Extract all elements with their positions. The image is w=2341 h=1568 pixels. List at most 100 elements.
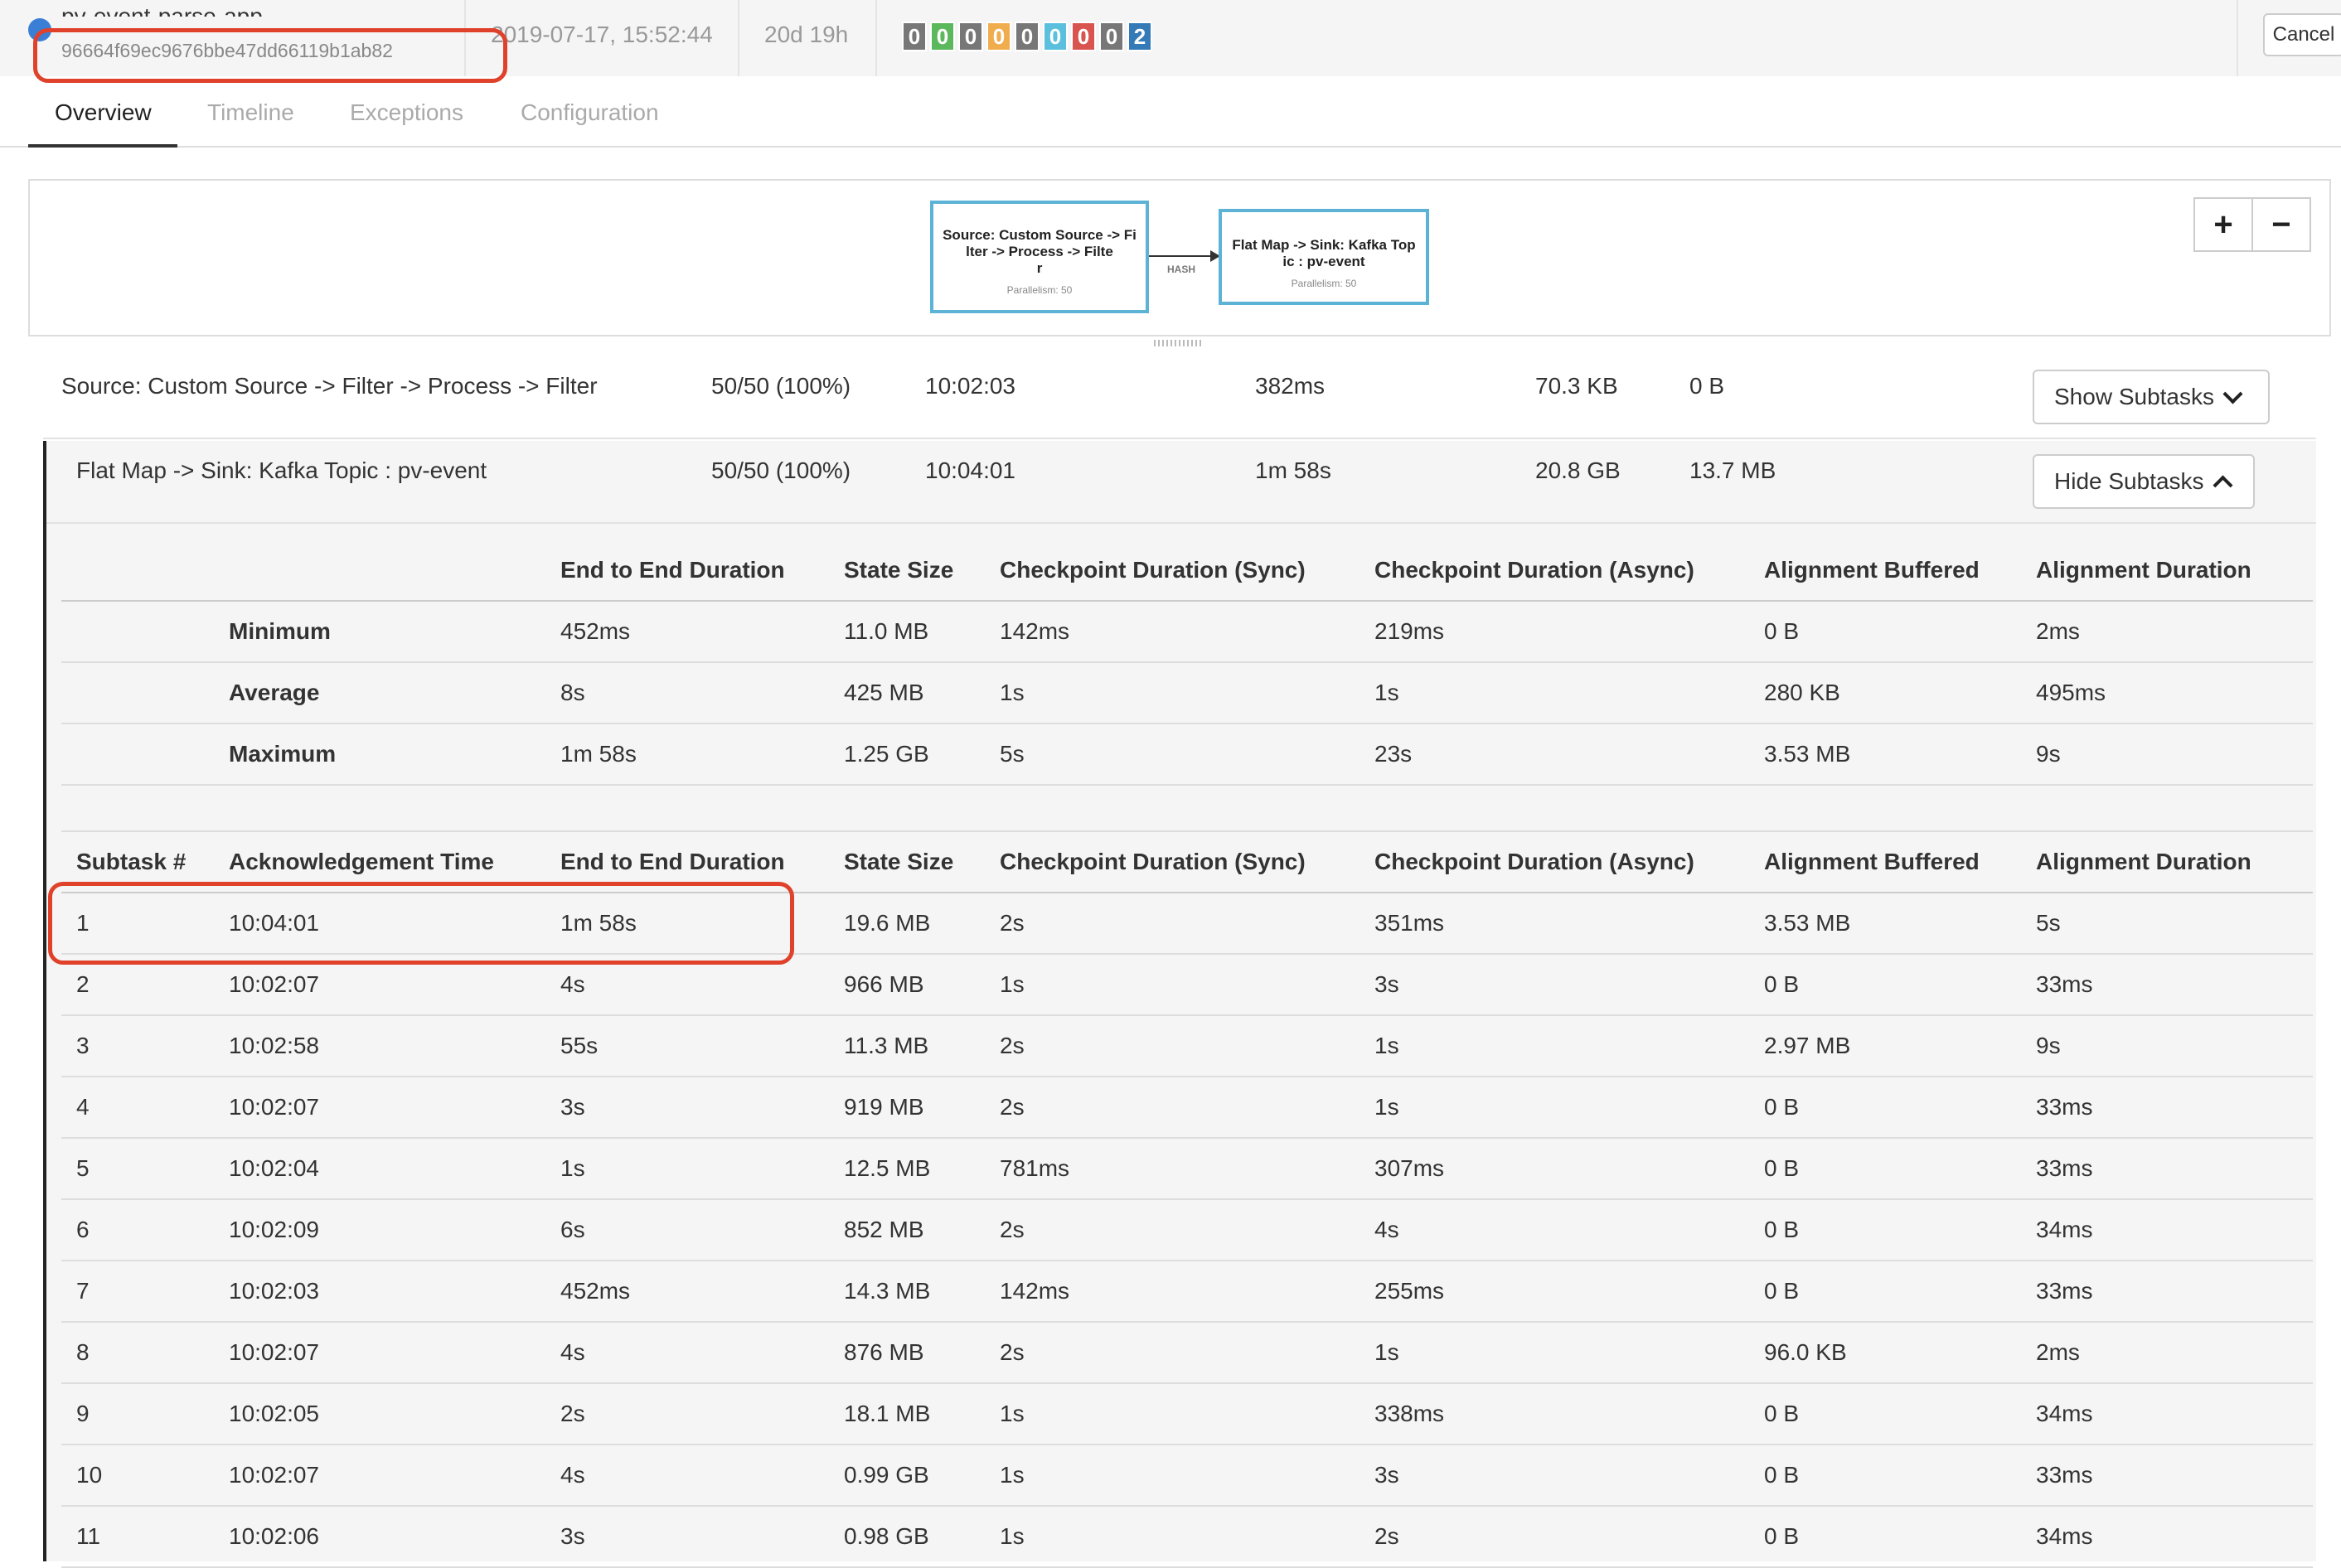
subtask-row: 3 10:02:58 55s 11.3 MB 2s 1s 2.97 MB 9s xyxy=(61,1016,2313,1077)
vertex-duration: 382ms xyxy=(1255,373,1326,399)
subtask-sync-duration: 2s xyxy=(1000,1339,1025,1365)
status-count-badge: 0 xyxy=(958,22,983,51)
subtask-ack-time: 10:02:07 xyxy=(229,971,319,997)
vertex-latest-ack: 10:02:03 xyxy=(925,373,1015,399)
subtask-alignment-buffered: 0 B xyxy=(1764,1155,1800,1181)
subtask-async-duration: 4s xyxy=(1374,1217,1399,1242)
subtask-row: 5 10:02:04 1s 12.5 MB 781ms 307ms 0 B 33ms xyxy=(61,1139,2313,1200)
vertex-acknowledged: 50/50 (100%) xyxy=(711,457,851,483)
subtask-row: 4 10:02:07 3s 919 MB 2s 1s 0 B 33ms xyxy=(61,1077,2313,1139)
subtask-number: 9 xyxy=(76,1401,90,1426)
subtask-ack-time: 10:02:07 xyxy=(229,1339,319,1365)
subtask-e2e-duration: 452ms xyxy=(560,1278,631,1304)
zoom-in-button[interactable]: + xyxy=(2193,197,2253,252)
subtask-async-duration: 307ms xyxy=(1374,1155,1445,1181)
vertex-latest-ack: 10:04:01 xyxy=(925,457,1015,483)
vertex-duration: 1m 58s xyxy=(1255,457,1331,483)
subtask-sync-duration: 1s xyxy=(1000,1401,1025,1426)
header-divider xyxy=(2237,0,2238,76)
subtask-sync-duration: 2s xyxy=(1000,1217,1025,1242)
job-start-time: 2019-07-17, 15:52:44 xyxy=(491,22,713,47)
subtask-alignment-buffered: 2.97 MB xyxy=(1764,1033,1851,1058)
expanded-vertex: Flat Map -> Sink: Kafka Topic : pv-event… xyxy=(43,439,2316,1568)
subtask-ack-time: 10:02:07 xyxy=(229,1094,319,1120)
tab-overview[interactable]: Overview xyxy=(55,99,152,126)
subtask-ack-time: 10:02:58 xyxy=(229,1033,319,1058)
status-count-badge: 0 xyxy=(1043,22,1068,51)
subtask-state-size: 876 MB xyxy=(844,1339,924,1365)
subtask-number: 4 xyxy=(76,1094,90,1120)
cancel-job-button[interactable]: Cancel xyxy=(2263,13,2341,56)
subtask-alignment-buffered: 96.0 KB xyxy=(1764,1339,1847,1365)
vertex-row: Flat Map -> Sink: Kafka Topic : pv-event… xyxy=(46,439,2316,524)
subtask-alignment-duration: 33ms xyxy=(2036,971,2093,997)
chevron-down-icon xyxy=(2222,383,2243,404)
subtask-sync-duration: 142ms xyxy=(1000,1278,1070,1304)
subtask-row: 10 10:02:07 4s 0.99 GB 1s 3s 0 B 33ms xyxy=(61,1445,2313,1507)
header-divider xyxy=(738,0,739,76)
subtask-ack-time: 10:02:05 xyxy=(229,1401,319,1426)
subtask-number: 3 xyxy=(76,1033,90,1058)
zoom-out-button[interactable]: − xyxy=(2251,197,2311,252)
subtask-state-size: 919 MB xyxy=(844,1094,924,1120)
subtask-e2e-duration: 4s xyxy=(560,1462,585,1488)
subtask-async-duration: 1s xyxy=(1374,1094,1399,1120)
vertex-state-size: 70.3 KB xyxy=(1535,373,1618,399)
subtask-sync-duration: 781ms xyxy=(1000,1155,1070,1181)
subtask-alignment-buffered: 0 B xyxy=(1764,1523,1800,1549)
graph-node-sink-label: Flat Map -> Sink: Kafka Top ic : pv-even… xyxy=(1232,237,1416,269)
subtask-sync-duration: 2s xyxy=(1000,910,1025,936)
annotation-highlight-subtask-1 xyxy=(48,882,794,965)
subtask-ack-time: 10:02:09 xyxy=(229,1217,319,1242)
subtask-e2e-duration: 6s xyxy=(560,1217,585,1242)
resize-handle[interactable] xyxy=(1154,340,1204,346)
vertex-buffered: 13.7 MB xyxy=(1689,457,1776,483)
graph-node-source-parallelism: Parallelism: 50 xyxy=(1006,284,1073,296)
subtask-alignment-buffered: 3.53 MB xyxy=(1764,910,1851,936)
subtask-async-duration: 1s xyxy=(1374,1339,1399,1365)
graph-edge-label: HASH xyxy=(1167,264,1196,275)
subtask-state-size: 852 MB xyxy=(844,1217,924,1242)
job-graph-panel[interactable] xyxy=(28,179,2331,336)
subtask-number: 8 xyxy=(76,1339,90,1365)
summary-row-minimum: Minimum 452ms 11.0 MB 142ms 219ms 0 B 2m… xyxy=(61,602,2313,663)
subtask-state-size: 966 MB xyxy=(844,971,924,997)
subtask-alignment-buffered: 0 B xyxy=(1764,1401,1800,1426)
tab-exceptions[interactable]: Exceptions xyxy=(350,99,463,126)
job-name: pv-event-parse-app xyxy=(61,3,263,17)
summary-header-row: End to End Duration State Size Checkpoin… xyxy=(61,540,2313,602)
graph-node-sink-parallelism: Parallelism: 50 xyxy=(1291,278,1357,289)
subtask-alignment-duration: 5s xyxy=(2036,910,2061,936)
subtask-sync-duration: 1s xyxy=(1000,1523,1025,1549)
subtask-sync-duration: 2s xyxy=(1000,1033,1025,1058)
show-subtasks-button[interactable]: Show Subtasks xyxy=(2033,370,2270,424)
graph-node-source-label: Source: Custom Source -> Fi lter -> Proc… xyxy=(943,227,1137,276)
subtask-alignment-buffered: 0 B xyxy=(1764,1094,1800,1120)
subtask-e2e-duration: 4s xyxy=(560,1339,585,1365)
subtask-sync-duration: 1s xyxy=(1000,1462,1025,1488)
tab-timeline[interactable]: Timeline xyxy=(207,99,294,126)
subtask-async-duration: 3s xyxy=(1374,1462,1399,1488)
subtask-row: 7 10:02:03 452ms 14.3 MB 142ms 255ms 0 B 33ms xyxy=(61,1261,2313,1323)
graph-node-sink[interactable]: Flat Map -> Sink: Kafka Top ic : pv-even… xyxy=(1219,209,1429,305)
subtask-row: 11 10:02:06 3s 0.98 GB 1s 2s 0 B 34ms xyxy=(61,1507,2313,1568)
vertex-row: Source: Custom Source -> Filter -> Proce… xyxy=(43,355,2316,439)
subtask-number: 11 xyxy=(76,1523,101,1549)
subtask-e2e-duration: 3s xyxy=(560,1094,585,1120)
subtask-e2e-duration: 4s xyxy=(560,971,585,997)
task-status-counts: 0 0 0 0 0 0 0 0 2 xyxy=(902,22,1152,51)
subtask-number: 7 xyxy=(76,1278,90,1304)
subtask-alignment-duration: 33ms xyxy=(2036,1155,2093,1181)
subtask-number: 5 xyxy=(76,1155,90,1181)
graph-node-source[interactable]: Source: Custom Source -> Fi lter -> Proc… xyxy=(930,201,1149,313)
status-count-badge: 0 xyxy=(1015,22,1040,51)
vertex-name: Flat Map -> Sink: Kafka Topic : pv-event xyxy=(76,457,487,483)
subtask-alignment-buffered: 0 B xyxy=(1764,1462,1800,1488)
subtask-state-size: 14.3 MB xyxy=(844,1278,931,1304)
subtask-alignment-duration: 33ms xyxy=(2036,1278,2093,1304)
tab-configuration[interactable]: Configuration xyxy=(521,99,659,126)
subtask-state-size: 11.3 MB xyxy=(844,1033,929,1058)
vertex-name: Source: Custom Source -> Filter -> Proce… xyxy=(61,373,598,399)
hide-subtasks-button[interactable]: Hide Subtasks xyxy=(2033,454,2255,509)
subtask-async-duration: 338ms xyxy=(1374,1401,1445,1426)
